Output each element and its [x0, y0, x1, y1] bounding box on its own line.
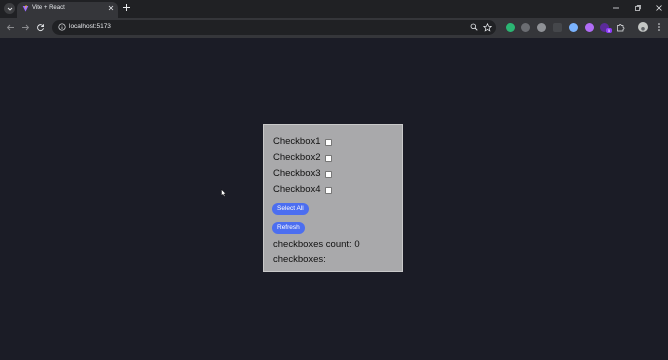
checkbox-count-line: checkboxes count: 0 [273, 239, 360, 251]
checkbox-1[interactable] [324, 138, 332, 146]
checkbox-2[interactable] [324, 154, 332, 162]
checkbox-panel: Checkbox1 Checkbox2 Checkbox3 Checkbox4 … [263, 124, 403, 272]
checkbox-row-1: Checkbox1 [273, 136, 332, 148]
extension-purple-icon[interactable] [585, 23, 594, 32]
extension-badge: 5 [606, 28, 612, 33]
browser-toolbar: localhost:5173 5 [0, 18, 668, 38]
chevron-down-icon [7, 7, 12, 11]
checkbox-label: Checkbox3 [273, 168, 321, 179]
kebab-menu-icon[interactable] [656, 22, 662, 32]
mouse-cursor-icon [221, 189, 227, 197]
extension-box-icon[interactable] [553, 23, 562, 32]
extension-gray-icon[interactable] [537, 23, 546, 32]
bookmark-star-icon[interactable] [483, 23, 492, 32]
tab-search-button[interactable] [4, 3, 15, 14]
select-all-button[interactable]: Select All [272, 203, 309, 215]
close-icon[interactable] [108, 5, 114, 11]
checkbox-label: Checkbox1 [273, 136, 321, 147]
extension-settings-icon[interactable] [521, 23, 530, 32]
checkbox-label: Checkbox4 [273, 184, 321, 195]
count-value: 0 [354, 239, 360, 250]
minimize-icon[interactable] [612, 4, 620, 12]
address-bar[interactable]: localhost:5173 [52, 20, 496, 35]
checkbox-label: Checkbox2 [273, 152, 321, 163]
user-icon [641, 27, 645, 32]
zoom-icon[interactable] [470, 23, 478, 31]
tab-strip: Vite + React [0, 0, 668, 18]
checkbox-list-line: checkboxes: [273, 254, 326, 266]
checkbox-row-3: Checkbox3 [273, 168, 332, 180]
count-label: checkboxes count: [273, 239, 352, 250]
checkbox-3[interactable] [324, 170, 332, 178]
checkbox-row-2: Checkbox2 [273, 152, 332, 164]
puzzle-extensions-icon[interactable] [616, 23, 625, 32]
checkbox-list-label: checkboxes: [273, 254, 326, 265]
restore-icon[interactable] [634, 4, 642, 12]
browser-tab[interactable]: Vite + React [17, 2, 118, 18]
checkbox-4[interactable] [324, 186, 332, 194]
extension-blue-icon[interactable] [569, 23, 578, 32]
vite-favicon-icon [22, 5, 29, 12]
reload-icon[interactable] [36, 23, 45, 32]
profile-avatar[interactable] [638, 22, 648, 32]
back-arrow-icon[interactable] [6, 23, 15, 32]
refresh-button[interactable]: Refresh [272, 222, 305, 234]
close-window-icon[interactable] [655, 4, 663, 12]
new-tab-plus-icon[interactable] [122, 3, 131, 12]
url-text: localhost:5173 [69, 23, 111, 30]
extension-green-icon[interactable] [506, 23, 515, 32]
checkbox-row-4: Checkbox4 [273, 184, 332, 196]
forward-arrow-icon[interactable] [21, 23, 30, 32]
tab-title: Vite + React [32, 5, 65, 11]
site-info-icon[interactable] [58, 23, 66, 31]
